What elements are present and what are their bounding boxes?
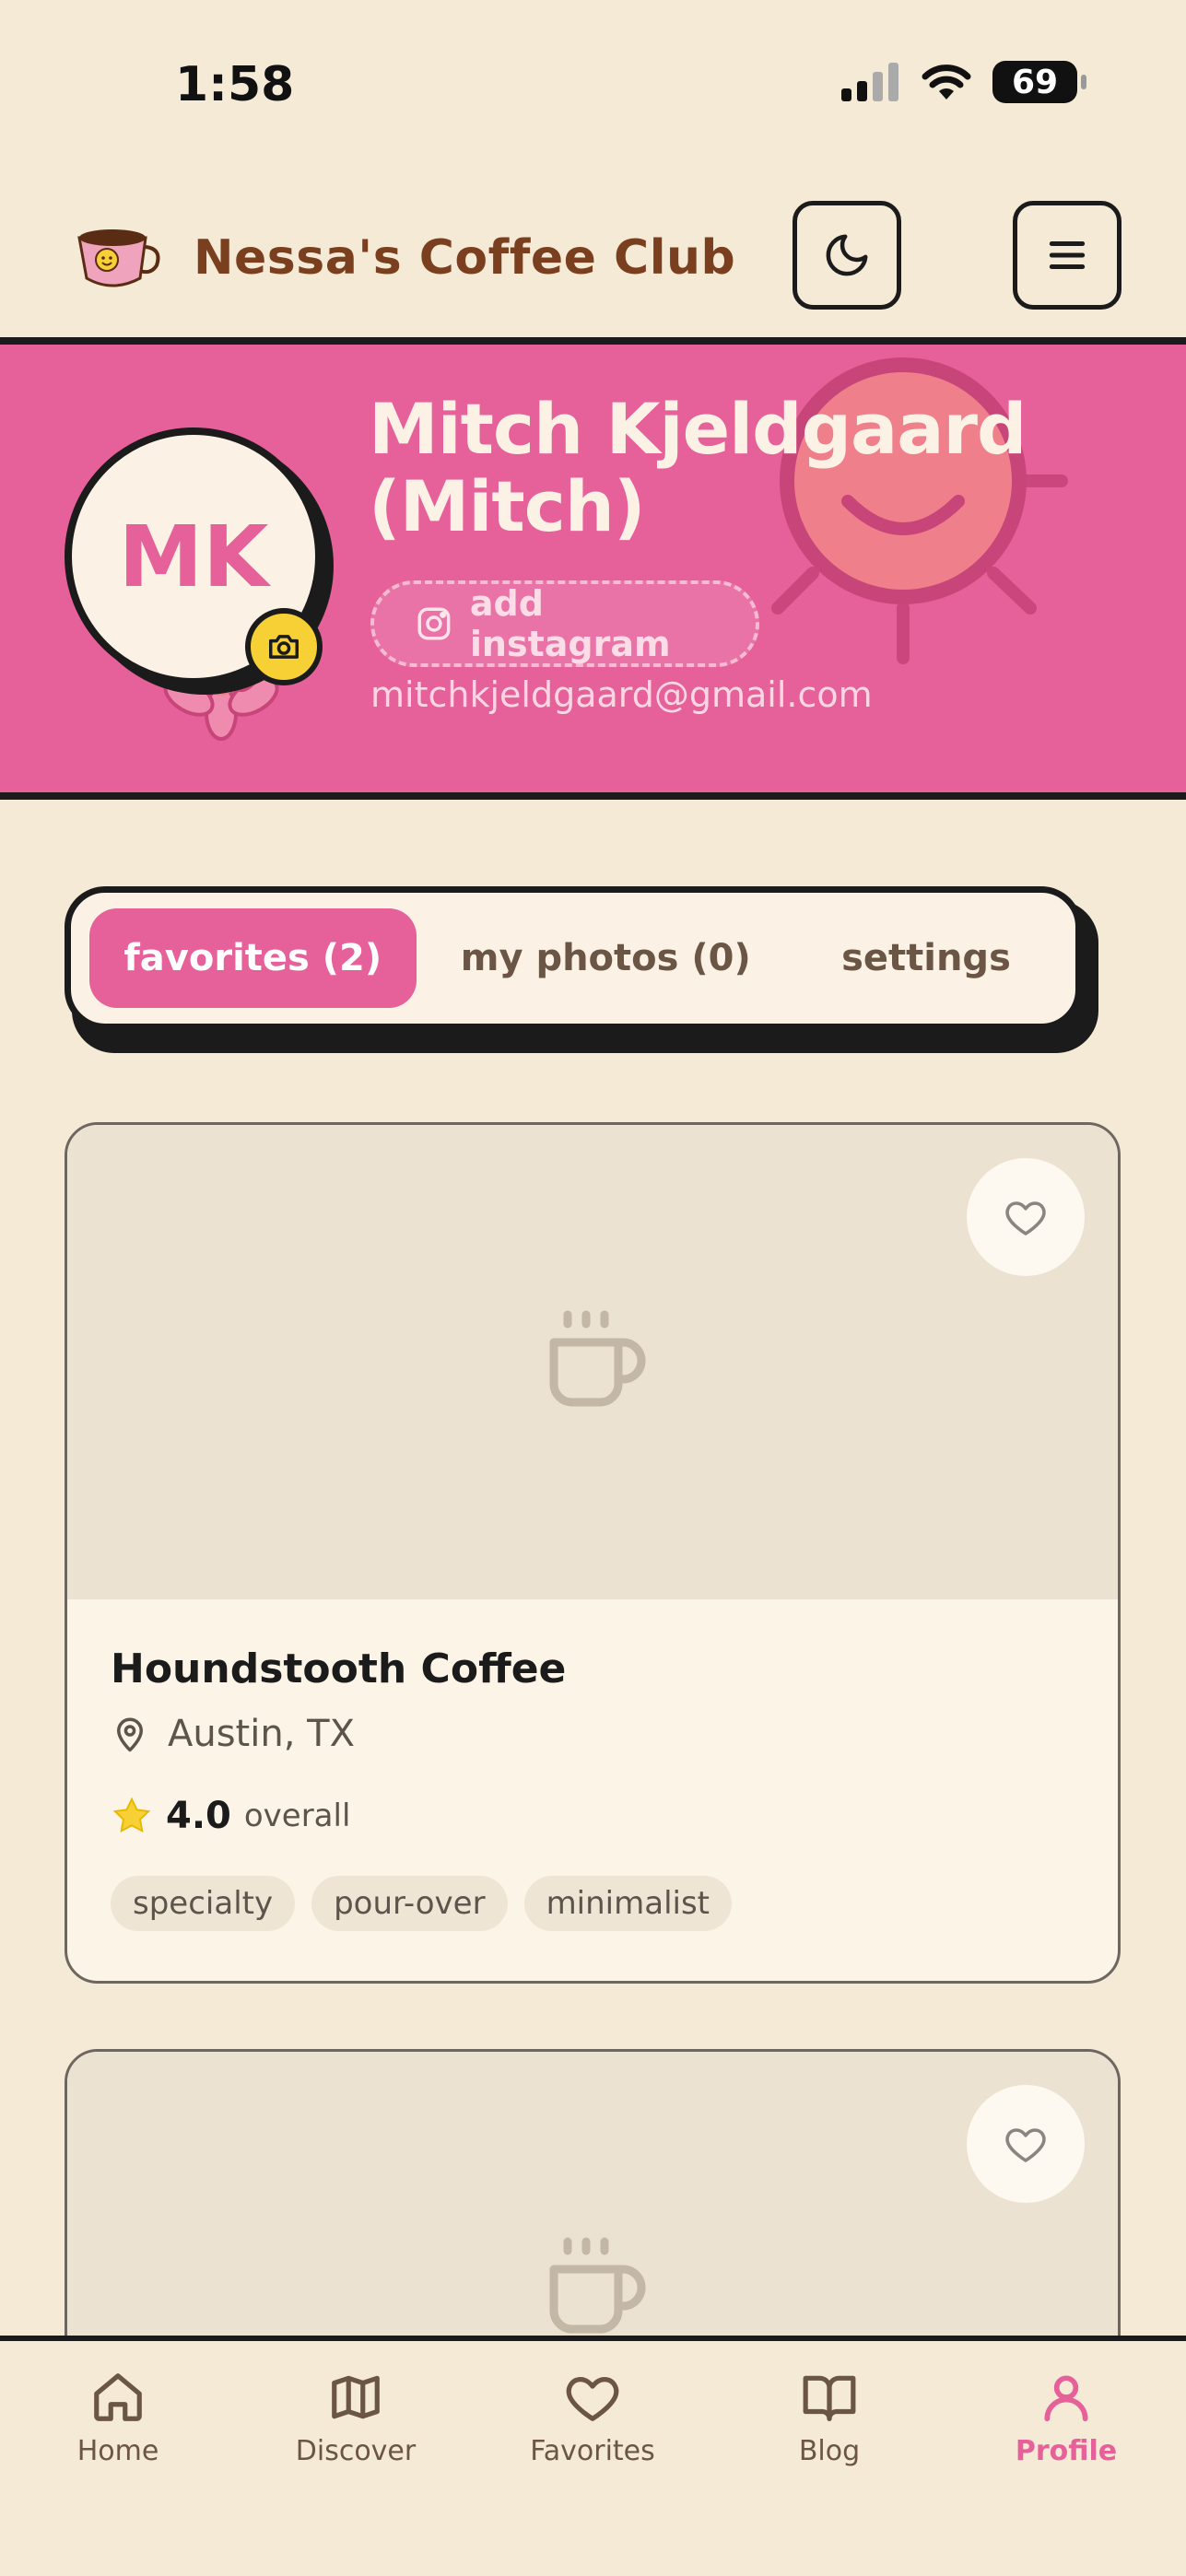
battery-indicator: 69 bbox=[992, 61, 1086, 103]
coffee-cup-logo-icon[interactable] bbox=[72, 221, 164, 295]
status-bar: 1:58 69 bbox=[0, 0, 1186, 175]
card-image-placeholder bbox=[67, 1125, 1118, 1599]
add-instagram-label: add instagram bbox=[469, 583, 671, 664]
coffee-shop-card[interactable]: Houndstooth Coffee Austin, TX 4.0 overal… bbox=[65, 1122, 1121, 1984]
shop-tags: specialty pour-over minimalist bbox=[111, 1876, 733, 1931]
profile-tabs: favorites (2) my photos (0) settings bbox=[65, 886, 1082, 1030]
camera-icon bbox=[269, 635, 299, 659]
app-title[interactable]: Nessa's Coffee Club bbox=[194, 230, 735, 286]
instagram-icon bbox=[417, 607, 451, 640]
tab-favorites[interactable]: favorites (2) bbox=[89, 908, 417, 1008]
nav-discover-label: Discover bbox=[295, 2435, 417, 2467]
rating-value: 4.0 bbox=[166, 1795, 231, 1837]
profile-banner: MK Mitch Kjeldgaard (Mitch) add instagra… bbox=[0, 337, 1186, 800]
nav-favorites-label: Favorites bbox=[530, 2435, 655, 2467]
user-icon bbox=[1044, 2375, 1088, 2422]
nav-blog-label: Blog bbox=[798, 2435, 861, 2467]
hamburger-menu-icon bbox=[1049, 241, 1086, 269]
tab-my-photos[interactable]: my photos (0) bbox=[417, 908, 795, 1008]
book-icon bbox=[803, 2375, 856, 2421]
nav-home-label: Home bbox=[76, 2435, 159, 2467]
tag-chip: pour-over bbox=[311, 1876, 508, 1931]
coffee-cup-icon bbox=[549, 2237, 646, 2334]
add-instagram-button[interactable]: add instagram bbox=[370, 580, 759, 667]
star-icon bbox=[112, 1797, 151, 1833]
app-header: Nessa's Coffee Club bbox=[0, 175, 1186, 318]
map-pin-icon bbox=[117, 1717, 143, 1752]
shop-location-text: Austin, TX bbox=[168, 1713, 355, 1755]
nav-home[interactable]: Home bbox=[26, 2369, 210, 2467]
bottom-nav: Home Discover Favorites Blog Profile bbox=[0, 2336, 1186, 2576]
nav-favorites[interactable]: Favorites bbox=[500, 2369, 685, 2467]
shop-rating: 4.0 overall bbox=[111, 1795, 350, 1837]
avatar-container: MK bbox=[65, 427, 341, 741]
nav-blog[interactable]: Blog bbox=[737, 2369, 922, 2467]
favorite-button[interactable] bbox=[967, 1158, 1085, 1276]
map-icon bbox=[332, 2375, 380, 2419]
heart-icon bbox=[1005, 1201, 1046, 1235]
status-icons: 69 bbox=[840, 61, 1086, 103]
change-photo-button[interactable] bbox=[245, 608, 323, 685]
tab-settings[interactable]: settings bbox=[795, 908, 1057, 1008]
heart-icon bbox=[1005, 2128, 1046, 2162]
home-icon bbox=[94, 2373, 142, 2421]
user-name: Mitch Kjeldgaard (Mitch) bbox=[369, 388, 1027, 547]
wifi-icon bbox=[922, 64, 971, 100]
user-email: mitchkjeldgaard@gmail.com bbox=[370, 674, 873, 715]
moon-icon bbox=[826, 234, 868, 276]
shop-name[interactable]: Houndstooth Coffee bbox=[111, 1645, 566, 1692]
shop-location: Austin, TX bbox=[111, 1713, 355, 1755]
tag-chip: minimalist bbox=[523, 1876, 733, 1931]
favorite-button[interactable] bbox=[967, 2085, 1085, 2203]
rating-label: overall bbox=[243, 1797, 351, 1834]
heart-icon bbox=[566, 2377, 619, 2421]
theme-toggle-button[interactable] bbox=[793, 201, 901, 310]
nav-profile-label: Profile bbox=[1015, 2435, 1118, 2467]
tag-chip: specialty bbox=[111, 1876, 296, 1931]
menu-button[interactable] bbox=[1013, 201, 1121, 310]
coffee-cup-icon bbox=[549, 1310, 646, 1407]
status-time: 1:58 bbox=[175, 57, 295, 112]
signal-icon bbox=[841, 63, 898, 101]
nav-discover[interactable]: Discover bbox=[264, 2369, 448, 2467]
nav-profile[interactable]: Profile bbox=[974, 2369, 1158, 2467]
